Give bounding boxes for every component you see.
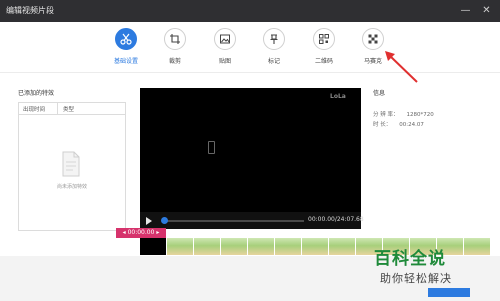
progress-track[interactable] — [162, 220, 304, 222]
tab-qrcode[interactable]: 二维码 — [300, 28, 348, 65]
time-display: 00:00.00/24:07.68 — [308, 216, 364, 223]
timeline-frame — [248, 238, 275, 255]
progress-thumb[interactable] — [161, 217, 168, 224]
info-title: 信息 — [373, 90, 386, 97]
tab-label: 裁剪 — [168, 58, 181, 65]
effects-title: 已添加的特效 — [18, 90, 55, 97]
timeline-frame — [275, 238, 302, 255]
timeline-frame — [221, 238, 248, 255]
timeline-frame — [464, 238, 491, 255]
edit-toolbar: 基础设置 裁剪 贴图 标记 二维码 马赛克 — [0, 22, 500, 73]
tab-sticker[interactable]: 贴图 — [201, 28, 249, 65]
timeline-strip[interactable] — [140, 238, 500, 255]
timeline-cursor-badge[interactable]: ◂ 00:00.00 ▸ — [116, 228, 166, 238]
resolution-value: 1280*720 — [406, 112, 434, 118]
annotation-arrow-icon — [385, 51, 418, 83]
timeline-frame — [140, 238, 167, 255]
crop-icon — [164, 28, 186, 50]
tab-mark[interactable]: 标记 — [250, 28, 298, 65]
site-watermark-title: 百科全说 — [374, 249, 446, 269]
play-icon[interactable] — [146, 217, 152, 225]
site-watermark-subtitle: 助你轻松解决 — [380, 272, 452, 285]
video-placeholder-icon — [208, 141, 215, 154]
minimize-button[interactable]: — — [458, 3, 473, 18]
tab-label: 标记 — [267, 58, 280, 65]
tab-label: 基础设置 — [113, 58, 138, 65]
column-type: 类型 — [63, 107, 75, 113]
close-button[interactable]: ✕ — [479, 3, 494, 18]
duration-label: 时 长： — [373, 122, 392, 128]
timeline-frame — [167, 238, 194, 255]
duration-value: 00:24.07 — [399, 122, 424, 128]
info-resolution: 分 辨 率： 1280*720 — [373, 110, 434, 118]
timeline-frame — [329, 238, 356, 255]
tab-label: 贴图 — [218, 58, 231, 65]
column-time: 出现时间 — [23, 107, 46, 113]
cursor-time: 00:00.00 — [127, 229, 155, 236]
scissors-icon — [115, 28, 137, 50]
qrcode-icon — [313, 28, 335, 50]
effects-list: 出现时间 类型 尚未添加特效 — [18, 102, 126, 231]
effects-list-header: 出现时间 类型 — [19, 103, 125, 115]
timeline-frame — [194, 238, 221, 255]
mosaic-icon — [362, 28, 384, 50]
video-preview[interactable] — [140, 88, 361, 229]
confirm-button[interactable] — [428, 288, 470, 297]
pin-icon — [263, 28, 285, 50]
tab-crop[interactable]: 裁剪 — [151, 28, 199, 65]
tab-basic-settings[interactable]: 基础设置 — [102, 28, 150, 65]
image-icon — [214, 28, 236, 50]
timeline-frame — [302, 238, 329, 255]
video-watermark: LoLa — [330, 93, 346, 100]
window-title: 编辑视频片段 — [6, 6, 54, 15]
empty-text: 尚未添加特效 — [56, 184, 87, 190]
info-duration: 时 长： 00:24.07 — [373, 120, 424, 128]
resolution-label: 分 辨 率： — [373, 112, 399, 118]
tab-label: 二维码 — [314, 58, 333, 65]
empty-document-icon — [62, 151, 80, 177]
player-controls: 00:00.00/24:07.68 — [140, 212, 364, 229]
title-bar: 编辑视频片段 — ✕ — [0, 0, 500, 22]
